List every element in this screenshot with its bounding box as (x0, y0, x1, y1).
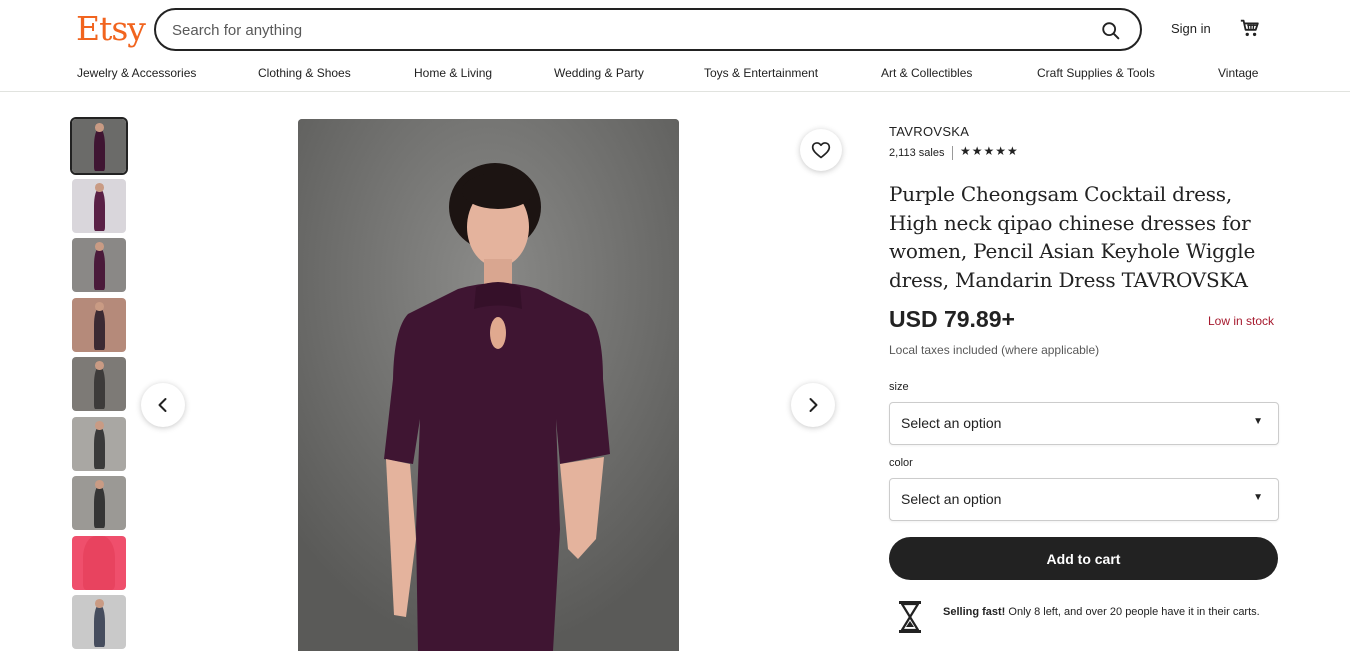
sales-count: 2,113 sales (889, 147, 945, 159)
thumbnail-2[interactable] (72, 179, 126, 233)
cart-icon[interactable] (1239, 17, 1261, 39)
site-header: Etsy Sign in Jewelry & Accessories Cloth… (0, 0, 1350, 92)
thumbnail-1[interactable] (70, 117, 128, 175)
nav-vintage[interactable]: Vintage (1218, 66, 1258, 80)
size-select[interactable]: Select an option ▼ (889, 402, 1279, 445)
heart-icon (811, 142, 831, 159)
selling-fast-detail: Only 8 left, and over 20 people have it … (1005, 606, 1260, 618)
thumbnail-7[interactable] (72, 476, 126, 530)
nav-toys-entertainment[interactable]: Toys & Entertainment (704, 66, 818, 80)
color-select-value: Select an option (901, 491, 1002, 507)
nav-clothing-shoes[interactable]: Clothing & Shoes (258, 66, 351, 80)
shop-name-link[interactable]: TAVROVSKA (889, 124, 969, 139)
etsy-logo[interactable]: Etsy (76, 9, 146, 48)
thumbnail-9[interactable] (72, 595, 126, 649)
search-icon[interactable] (1100, 20, 1122, 42)
sign-in-link[interactable]: Sign in (1171, 21, 1211, 36)
star-rating[interactable]: ★★★★★ (960, 144, 1019, 158)
thumbnail-6[interactable] (72, 417, 126, 471)
caret-down-icon: ▼ (1253, 416, 1263, 427)
selling-fast-message: Selling fast! Only 8 left, and over 20 p… (943, 604, 1283, 620)
nav-home-living[interactable]: Home & Living (414, 66, 492, 80)
next-image-button[interactable] (791, 383, 835, 427)
previous-image-button[interactable] (141, 383, 185, 427)
chevron-right-icon (809, 398, 818, 412)
color-label: color (889, 457, 913, 469)
product-price: USD 79.89+ (889, 306, 1015, 332)
stock-status: Low in stock (1208, 314, 1275, 328)
selling-fast-label: Selling fast! (943, 606, 1006, 618)
product-title: Purple Cheongsam Cocktail dress, High ne… (889, 182, 1256, 292)
add-to-cart-button[interactable]: Add to cart (889, 537, 1278, 580)
divider (952, 146, 953, 160)
search-input[interactable] (172, 19, 1072, 41)
chevron-left-icon (158, 398, 167, 412)
hourglass-icon (897, 599, 923, 635)
category-nav: Jewelry & Accessories Clothing & Shoes H… (0, 64, 1350, 84)
color-select[interactable]: Select an option ▼ (889, 478, 1279, 521)
nav-wedding-party[interactable]: Wedding & Party (554, 66, 644, 80)
size-select-value: Select an option (901, 415, 1002, 431)
taxes-note: Local taxes included (where applicable) (889, 343, 1100, 357)
thumbnail-4[interactable] (72, 298, 126, 352)
nav-craft-supplies-tools[interactable]: Craft Supplies & Tools (1037, 66, 1155, 80)
thumbnail-3[interactable] (72, 238, 126, 292)
caret-down-icon: ▼ (1253, 492, 1263, 503)
size-label: size (889, 381, 909, 393)
nav-art-collectibles[interactable]: Art & Collectibles (881, 66, 972, 80)
thumbnail-5[interactable] (72, 357, 126, 411)
favorite-button[interactable] (800, 129, 842, 171)
thumbnail-8[interactable] (72, 536, 126, 590)
nav-jewelry-accessories[interactable]: Jewelry & Accessories (77, 66, 196, 80)
main-product-image[interactable] (298, 119, 679, 651)
search-bar (154, 8, 1142, 51)
